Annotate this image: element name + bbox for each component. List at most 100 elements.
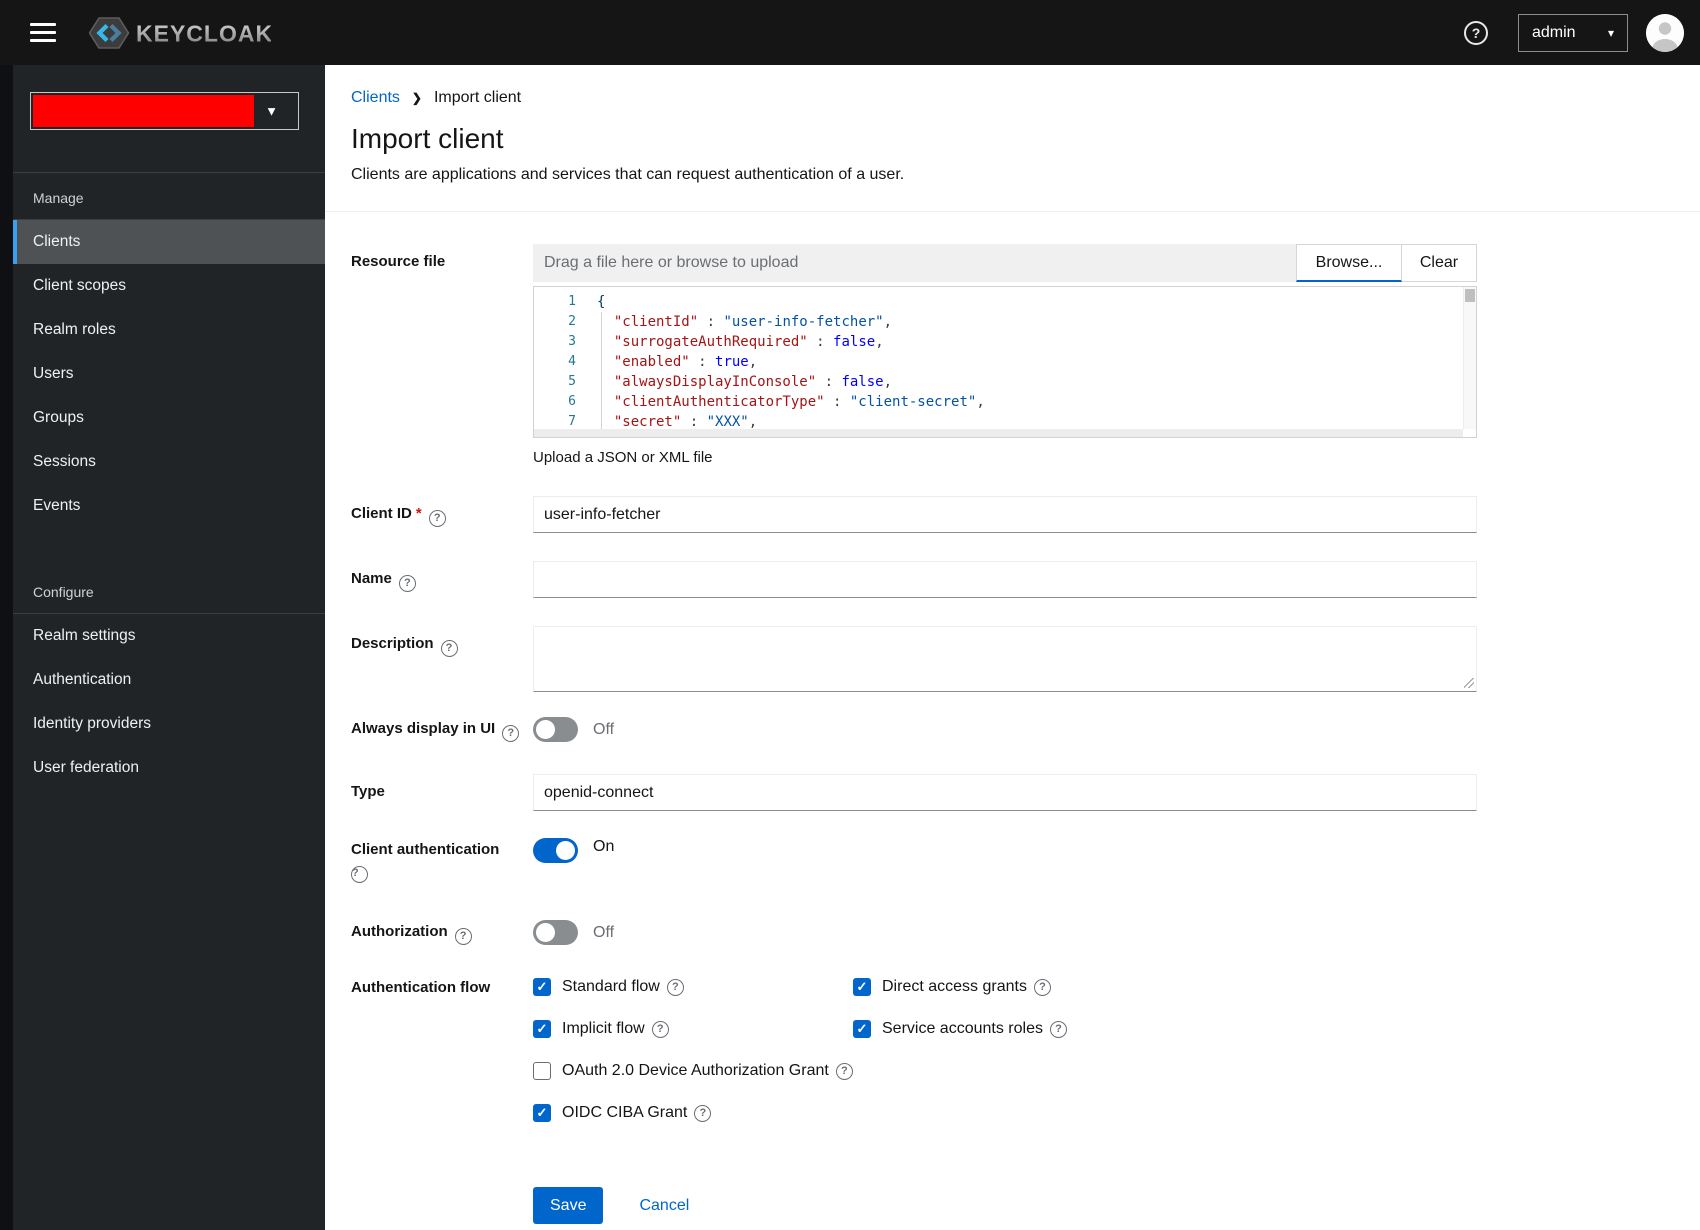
nav-section-title-configure: Configure <box>33 584 94 600</box>
type-input[interactable] <box>533 774 1477 811</box>
breadcrumb-current: Import client <box>433 89 522 106</box>
sidebar-item-sessions[interactable]: Sessions <box>13 440 325 484</box>
client-authentication-row: Client authentication ? On <box>351 838 1700 886</box>
line-number: 2 <box>568 314 576 329</box>
help-icon[interactable]: ? <box>1033 978 1051 996</box>
name-input[interactable] <box>533 561 1477 598</box>
line-number: 4 <box>568 354 576 369</box>
scrollbar-thumb[interactable] <box>1465 289 1475 302</box>
keycloak-logo[interactable]: KEYCLOAK <box>89 15 271 51</box>
breadcrumb-chevron-icon: ❯ <box>411 91 422 105</box>
type-row: Type <box>351 774 1700 811</box>
client-authentication-label: Client authentication ? <box>351 838 533 886</box>
checkbox-oauth-2-0-device-authorization-grant[interactable] <box>533 1062 551 1080</box>
clear-button[interactable]: Clear <box>1402 244 1477 282</box>
help-icon[interactable]: ? <box>666 978 684 996</box>
help-menu-icon[interactable]: ? <box>1464 20 1488 45</box>
import-client-form: Resource file Drag a file here or browse… <box>325 212 1700 1224</box>
checkbox-label: Standard flow <box>562 978 660 995</box>
sidebar-item-identity-providers[interactable]: Identity providers <box>13 702 325 746</box>
sidebar-item-realm-roles[interactable]: Realm roles <box>13 308 325 352</box>
sidebar-item-clients[interactable]: Clients <box>13 220 325 264</box>
checkbox-label: Service accounts roles <box>882 1020 1043 1037</box>
indent-guide <box>601 312 602 432</box>
sidebar-item-users[interactable]: Users <box>13 352 325 396</box>
authentication-flow-options: ✓ Standard flow? ✓ Direct access grants? ✓ Im… <box>533 978 1477 1122</box>
sidebar-item-authentication[interactable]: Authentication <box>13 658 325 702</box>
code-line: 5 "alwaysDisplayInConsole" : false, <box>534 372 1476 392</box>
description-row: Description? <box>351 626 1700 692</box>
help-icon[interactable]: ? <box>398 574 416 592</box>
save-button[interactable]: Save <box>533 1187 604 1224</box>
always-display-state: Off <box>593 720 615 738</box>
help-icon[interactable]: ? <box>835 1062 853 1080</box>
client-id-input[interactable] <box>533 496 1477 533</box>
code-text: "clientAuthenticatorType" : "client-secr… <box>613 394 985 410</box>
resource-file-row: Resource file Drag a file here or browse… <box>351 244 1700 466</box>
editor-vertical-scrollbar[interactable] <box>1463 287 1476 429</box>
cancel-button[interactable]: Cancel <box>639 1197 689 1215</box>
browse-button[interactable]: Browse... <box>1296 244 1402 282</box>
sidebar-item-client-scopes[interactable]: Client scopes <box>13 264 325 308</box>
help-icon[interactable]: ? <box>454 927 472 945</box>
help-icon[interactable]: ? <box>351 866 368 883</box>
client-authentication-toggle[interactable] <box>533 838 578 863</box>
editor-horizontal-scrollbar[interactable] <box>534 429 1463 437</box>
sidebar-nav: Manage Clients Client scopes Realm roles Use… <box>13 173 325 790</box>
checkbox-label: OIDC CIBA Grant <box>562 1104 688 1121</box>
code-editor[interactable]: 1{2 "clientId" : "user-info-fetcher", 3 "… <box>533 286 1477 438</box>
realm-name-redacted <box>33 95 254 127</box>
line-number: 6 <box>568 394 576 409</box>
description-textarea[interactable] <box>533 626 1477 692</box>
code-text: "enabled" : true, <box>613 354 758 370</box>
authentication-flow-row: Authentication flow ✓ Standard flow? ✓ Dire… <box>351 978 1700 1122</box>
client-id-row: Client ID *? <box>351 496 1700 533</box>
help-icon[interactable]: ? <box>440 639 458 657</box>
always-display-toggle[interactable] <box>533 717 578 742</box>
checkbox-oidc-ciba-grant[interactable]: ✓ <box>533 1104 551 1122</box>
checkbox-direct-access-grants[interactable]: ✓ <box>853 978 871 996</box>
help-icon[interactable]: ? <box>1049 1020 1067 1038</box>
sidebar-item-groups[interactable]: Groups <box>13 396 325 440</box>
client-id-label: Client ID *? <box>351 496 533 533</box>
user-dropdown[interactable]: admin ▾ <box>1518 13 1628 52</box>
code-line: 2 "clientId" : "user-info-fetcher", <box>534 312 1476 332</box>
file-upload-group: Drag a file here or browse to upload Bro… <box>533 244 1477 282</box>
brand-text: KEYCLOAK <box>136 20 271 46</box>
authorization-state: Off <box>593 923 615 941</box>
resize-handle-icon[interactable] <box>1464 678 1474 688</box>
required-asterisk: * <box>415 505 422 522</box>
help-icon[interactable]: ? <box>428 509 446 527</box>
help-icon[interactable]: ? <box>694 1104 712 1122</box>
checkbox-standard-flow[interactable]: ✓ <box>533 978 551 996</box>
sidebar-item-events[interactable]: Events <box>13 484 325 528</box>
page-subtitle: Clients are applications and services th… <box>351 166 905 183</box>
file-drop-zone[interactable]: Drag a file here or browse to upload <box>533 244 1296 282</box>
help-icon[interactable]: ? <box>651 1020 669 1038</box>
resource-file-helper: Upload a JSON or XML file <box>533 449 713 466</box>
checkbox-row-oauth-2-0-device-authorization-grant: OAuth 2.0 Device Authorization Grant? <box>533 1062 1067 1080</box>
breadcrumb-clients-link[interactable]: Clients <box>351 89 400 107</box>
description-label: Description? <box>351 626 533 692</box>
checkbox-row-implicit-flow: ✓ Implicit flow? <box>533 1020 853 1038</box>
keycloak-logo-image: KEYCLOAK <box>89 16 271 49</box>
resource-file-label: Resource file <box>351 253 446 270</box>
nav-section-title-manage: Manage <box>33 190 84 206</box>
nav-toggle-hamburger-icon[interactable] <box>30 22 56 43</box>
realm-selector-dropdown[interactable]: ▼ <box>30 92 299 130</box>
sidebar-item-user-federation[interactable]: User federation <box>13 746 325 790</box>
always-display-label: Always display in UI? <box>351 717 533 742</box>
authorization-toggle[interactable] <box>533 920 578 945</box>
checkbox-row-direct-access-grants: ✓ Direct access grants? <box>853 978 1067 996</box>
code-line: 1{ <box>534 292 1476 312</box>
checkbox-row-standard-flow: ✓ Standard flow? <box>533 978 853 996</box>
checkbox-implicit-flow[interactable]: ✓ <box>533 1020 551 1038</box>
code-line: 3 "surrogateAuthRequired" : false, <box>534 332 1476 352</box>
name-label: Name? <box>351 561 533 598</box>
masthead: KEYCLOAK ? admin ▾ <box>0 0 1700 65</box>
help-icon[interactable]: ? <box>502 724 520 742</box>
authorization-label: Authorization? <box>351 920 533 945</box>
checkbox-service-accounts-roles[interactable]: ✓ <box>853 1020 871 1038</box>
line-number: 1 <box>568 294 576 309</box>
sidebar-item-realm-settings[interactable]: Realm settings <box>13 614 325 658</box>
